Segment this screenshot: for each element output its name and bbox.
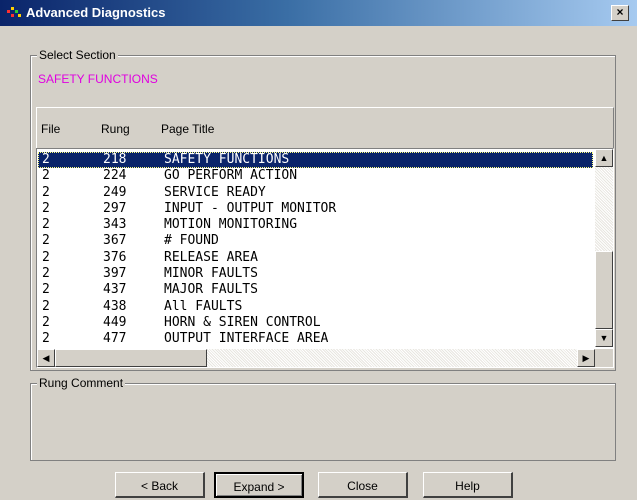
scroll-right-button[interactable]: ▶ bbox=[577, 349, 595, 367]
row-file: 2 bbox=[42, 331, 50, 347]
row-page-title: # FOUND bbox=[164, 233, 219, 249]
close-button[interactable]: Close bbox=[318, 472, 408, 498]
table-row[interactable]: 2 397 MINOR FAULTS bbox=[38, 266, 593, 282]
row-page-title: MOTION MONITORING bbox=[164, 217, 298, 233]
arrow-right-icon: ▶ bbox=[582, 353, 590, 363]
row-rung: 397 bbox=[103, 266, 127, 282]
row-file: 2 bbox=[42, 266, 50, 282]
table-row[interactable]: 2 218 SAFETY FUNCTIONS bbox=[38, 152, 593, 169]
row-page-title: OUTPUT INTERFACE AREA bbox=[164, 331, 329, 347]
row-rung: 477 bbox=[103, 331, 127, 347]
row-file: 2 bbox=[42, 233, 50, 249]
title-bar: Advanced Diagnostics × bbox=[0, 0, 637, 26]
close-icon: × bbox=[616, 5, 624, 19]
close-window-button[interactable]: × bbox=[611, 5, 629, 21]
window-title: Advanced Diagnostics bbox=[26, 5, 166, 20]
scroll-up-button[interactable]: ▲ bbox=[595, 149, 613, 167]
expand-button[interactable]: Expand > bbox=[214, 472, 304, 498]
row-rung: 449 bbox=[103, 314, 127, 330]
table-row[interactable]: 2 367 # FOUND bbox=[38, 233, 593, 249]
row-page-title: SERVICE READY bbox=[164, 184, 266, 200]
column-header-page-title[interactable]: Page Title bbox=[161, 122, 214, 136]
row-page-title: MAJOR FAULTS bbox=[164, 282, 258, 298]
row-rung: 343 bbox=[103, 217, 127, 233]
row-rung: 437 bbox=[103, 282, 127, 298]
horizontal-scrollbar[interactable]: ◀ ▶ bbox=[37, 349, 595, 367]
scrollbar-corner bbox=[595, 349, 613, 367]
row-file: 2 bbox=[42, 217, 50, 233]
row-rung: 218 bbox=[103, 152, 127, 167]
app-logo-icon bbox=[7, 7, 21, 17]
table-row[interactable]: 2 224 GO PERFORM ACTION bbox=[38, 168, 593, 184]
arrow-left-icon: ◀ bbox=[42, 353, 50, 363]
row-rung: 438 bbox=[103, 298, 127, 314]
row-file: 2 bbox=[42, 282, 50, 298]
page-list[interactable]: 2 218 SAFETY FUNCTIONS 2 224 GO PERFORM ACTIO… bbox=[36, 148, 614, 368]
select-section-legend: Select Section bbox=[37, 48, 118, 62]
scroll-left-button[interactable]: ◀ bbox=[37, 349, 55, 367]
arrow-up-icon: ▲ bbox=[599, 153, 609, 163]
table-row[interactable]: 2 438 All FAULTS bbox=[38, 299, 593, 315]
arrow-down-icon: ▼ bbox=[599, 333, 609, 343]
table-row[interactable]: 2 376 RELEASE AREA bbox=[38, 250, 593, 266]
page-list-rows: 2 218 SAFETY FUNCTIONS 2 224 GO PERFORM ACTIO… bbox=[38, 152, 593, 348]
table-row[interactable]: 2 449 HORN & SIREN CONTROL bbox=[38, 315, 593, 331]
list-header: File Rung Page Title bbox=[36, 107, 614, 149]
row-rung: 224 bbox=[103, 168, 127, 184]
row-file: 2 bbox=[42, 249, 50, 265]
row-rung: 249 bbox=[103, 184, 127, 200]
row-rung: 367 bbox=[103, 233, 127, 249]
vertical-scroll-thumb[interactable] bbox=[595, 251, 613, 329]
table-row[interactable]: 2 249 SERVICE READY bbox=[38, 185, 593, 201]
table-row[interactable]: 2 437 MAJOR FAULTS bbox=[38, 282, 593, 298]
row-file: 2 bbox=[42, 314, 50, 330]
row-page-title: GO PERFORM ACTION bbox=[164, 168, 298, 184]
table-row[interactable]: 2 477 OUTPUT INTERFACE AREA bbox=[38, 331, 593, 347]
row-file: 2 bbox=[42, 298, 50, 314]
horizontal-scroll-thumb[interactable] bbox=[55, 349, 207, 367]
row-page-title: All FAULTS bbox=[164, 298, 243, 314]
vertical-scrollbar[interactable]: ▲ ▼ bbox=[595, 149, 613, 347]
rung-comment-group: Rung Comment bbox=[30, 376, 616, 461]
row-rung: 376 bbox=[103, 249, 127, 265]
row-page-title: HORN & SIREN CONTROL bbox=[164, 314, 321, 330]
back-button[interactable]: < Back bbox=[115, 472, 205, 498]
row-file: 2 bbox=[42, 184, 50, 200]
row-file: 2 bbox=[42, 152, 50, 167]
row-page-title: INPUT - OUTPUT MONITOR bbox=[164, 200, 337, 216]
column-header-file[interactable]: File bbox=[41, 122, 60, 136]
row-file: 2 bbox=[42, 168, 50, 184]
rung-comment-legend: Rung Comment bbox=[37, 376, 126, 390]
help-button[interactable]: Help bbox=[423, 472, 513, 498]
row-page-title: RELEASE AREA bbox=[164, 249, 258, 265]
row-page-title: SAFETY FUNCTIONS bbox=[164, 152, 290, 167]
column-header-rung[interactable]: Rung bbox=[101, 122, 130, 136]
selected-section-name: SAFETY FUNCTIONS bbox=[38, 72, 158, 86]
scroll-down-button[interactable]: ▼ bbox=[595, 329, 613, 347]
row-rung: 297 bbox=[103, 200, 127, 216]
table-row[interactable]: 2 343 MOTION MONITORING bbox=[38, 217, 593, 233]
row-page-title: MINOR FAULTS bbox=[164, 266, 258, 282]
row-file: 2 bbox=[42, 200, 50, 216]
table-row[interactable]: 2 297 INPUT - OUTPUT MONITOR bbox=[38, 201, 593, 217]
